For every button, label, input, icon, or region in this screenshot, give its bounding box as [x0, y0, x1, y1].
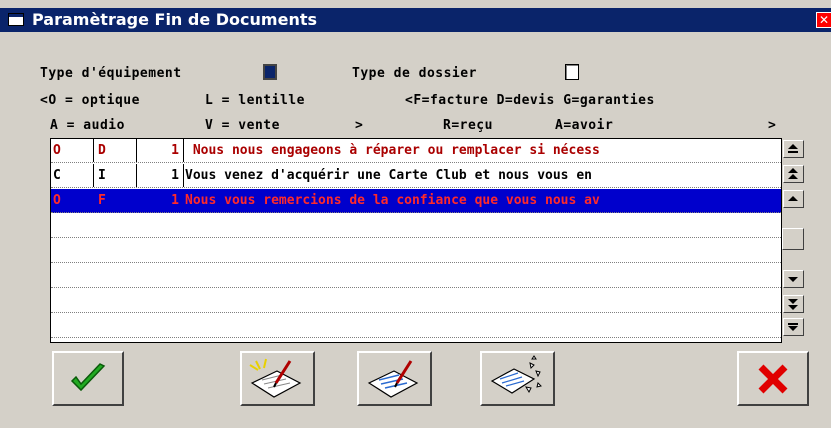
type-cell — [94, 264, 136, 287]
type-cell: D — [98, 143, 106, 158]
text-cell — [184, 239, 781, 262]
number-cell — [137, 239, 183, 262]
number-cell — [137, 214, 183, 237]
table-row[interactable] — [51, 214, 781, 238]
dialog-window: Paramètrage Fin de Documents ✕ Type d'éq… — [0, 0, 831, 428]
number-cell: 1 — [171, 168, 179, 183]
equipment-type-checkbox[interactable] — [263, 64, 277, 80]
title-bar: Paramètrage Fin de Documents ✕ — [0, 8, 831, 32]
page-down-icon[interactable] — [783, 295, 804, 313]
legend-doc-close: > — [768, 118, 777, 133]
checkmark-icon — [70, 363, 106, 392]
ok-button[interactable] — [52, 351, 124, 406]
dossier-type-label: Type de dossier — [352, 66, 477, 81]
close-icon[interactable]: ✕ — [816, 12, 831, 28]
new-ending-button[interactable] — [240, 351, 315, 406]
dossier-type-checkbox[interactable] — [565, 64, 579, 80]
legend-doc-types-1: <F=facture D=devis G=garanties — [405, 93, 655, 108]
number-cell: 1 — [171, 193, 179, 208]
text-cell — [184, 289, 781, 312]
number-cell — [137, 264, 183, 287]
equipment-cell — [51, 314, 93, 337]
edit-document-icon — [367, 360, 419, 398]
delete-ending-button[interactable] — [480, 351, 555, 406]
legend-avoir: A=avoir — [555, 118, 614, 133]
equipment-cell: O — [53, 193, 61, 208]
window-title: Paramètrage Fin de Documents — [32, 10, 317, 29]
type-cell — [94, 214, 136, 237]
table-row[interactable]: O D 1 Nous nous engageons à réparer ou rem… — [51, 139, 781, 163]
text-cell: Nous vous remercions de la confiance que… — [185, 193, 600, 208]
text-cell — [184, 314, 781, 337]
scroll-thumb[interactable] — [782, 228, 804, 250]
type-cell: I — [98, 168, 106, 183]
cancel-x-icon — [758, 364, 788, 394]
text-cell: Vous venez d'acquérir une Carte Club et … — [185, 168, 592, 183]
equipment-cell: C — [53, 168, 61, 183]
legend-equip-close: > — [355, 118, 364, 133]
text-cell — [184, 264, 781, 287]
equipment-cell: O — [53, 143, 61, 158]
scroll-bottom-icon[interactable] — [783, 318, 804, 336]
equipment-cell — [51, 289, 93, 312]
table-row[interactable]: C I 1 Vous venez d'acquérir une Carte Club … — [51, 164, 781, 188]
type-cell — [94, 289, 136, 312]
table-row[interactable]: O F 1 Nous vous remercions de la confiance … — [51, 189, 781, 213]
type-cell — [94, 239, 136, 262]
equipment-cell — [51, 214, 93, 237]
new-document-icon — [249, 358, 302, 398]
delete-document-icon — [490, 355, 542, 394]
type-cell: F — [98, 193, 106, 208]
page-up-icon[interactable] — [783, 165, 804, 183]
equipment-cell — [51, 239, 93, 262]
window-icon[interactable] — [8, 13, 24, 26]
scroll-up-icon[interactable] — [783, 190, 804, 208]
equipment-type-label: Type d'équipement — [40, 66, 182, 81]
document-endings-table[interactable]: O D 1 Nous nous engageons à réparer ou rem… — [50, 138, 782, 343]
edit-ending-button[interactable] — [357, 351, 432, 406]
text-cell — [184, 214, 781, 237]
legend-vente: V = vente — [205, 118, 280, 133]
number-cell — [137, 289, 183, 312]
legend-recu: R=reçu — [443, 118, 493, 133]
scroll-top-icon[interactable] — [783, 140, 804, 158]
legend-lentille: L = lentille — [205, 93, 305, 108]
cancel-button[interactable] — [737, 351, 809, 406]
legend-optique: <O = optique — [40, 93, 140, 108]
legend-audio: A = audio — [50, 118, 125, 133]
type-cell — [94, 314, 136, 337]
table-row[interactable] — [51, 289, 781, 313]
number-cell: 1 — [171, 143, 179, 158]
scroll-down-icon[interactable] — [783, 270, 804, 288]
table-row[interactable] — [51, 314, 781, 338]
equipment-cell — [51, 264, 93, 287]
number-cell — [137, 314, 183, 337]
table-row[interactable] — [51, 239, 781, 263]
text-cell: Nous nous engageons à réparer ou remplac… — [185, 143, 600, 158]
table-row[interactable] — [51, 264, 781, 288]
